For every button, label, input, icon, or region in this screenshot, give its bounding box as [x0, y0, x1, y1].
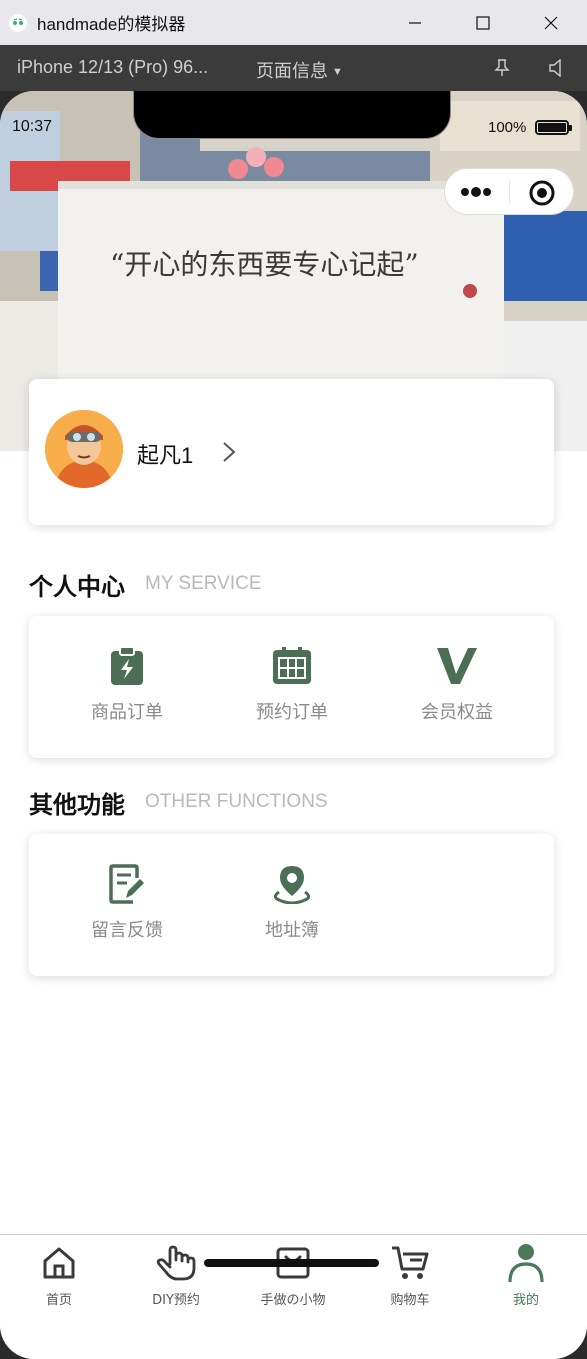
bottom-tabbar: 首页 DIY预约 手做の小物 购物车 我的: [0, 1234, 587, 1359]
booking-orders-button[interactable]: 预约订单: [232, 644, 352, 724]
v-icon: [397, 644, 517, 688]
service-section-title: 个人中心: [29, 573, 125, 601]
close-target-icon[interactable]: [528, 179, 556, 211]
grid-item-label: 商品订单: [91, 702, 163, 723]
page-info-dropdown[interactable]: 页面信息 ▼: [256, 57, 343, 83]
service-card: 商品订单 预约订单 会员权益: [29, 616, 554, 758]
tab-handmade[interactable]: 手做の小物: [234, 1243, 352, 1308]
more-icon[interactable]: [459, 182, 495, 206]
calendar-icon: [232, 644, 352, 688]
battery-icon: [535, 120, 572, 135]
service-section-subtitle: MY SERVICE: [145, 573, 262, 594]
grid-item-label: 地址簿: [265, 920, 319, 941]
clipboard-bolt-icon: [67, 644, 187, 688]
tab-label: 我的: [512, 1293, 539, 1308]
tab-diy[interactable]: DIY预约: [117, 1243, 235, 1308]
device-notch: [133, 91, 451, 139]
avatar[interactable]: [45, 410, 123, 488]
other-section-title: 其他功能: [29, 791, 125, 819]
profile-card[interactable]: 起凡1: [29, 379, 554, 525]
minimize-button[interactable]: [381, 0, 449, 45]
app-logo-icon: [9, 13, 27, 32]
note-edit-icon: [67, 862, 187, 906]
tab-mine[interactable]: 我的: [467, 1243, 585, 1308]
user-icon: [467, 1243, 585, 1283]
product-orders-button[interactable]: 商品订单: [67, 644, 187, 724]
pin-icon[interactable]: [494, 59, 510, 82]
grid-item-label: 留言反馈: [91, 920, 163, 941]
other-section-subtitle: OTHER FUNCTIONS: [145, 791, 328, 812]
chevron-right-icon[interactable]: [222, 441, 236, 467]
feedback-button[interactable]: 留言反馈: [67, 862, 187, 942]
member-benefits-button[interactable]: 会员权益: [397, 644, 517, 724]
tab-label: 首页: [45, 1293, 72, 1308]
grid-item-label: 会员权益: [421, 702, 493, 723]
user-name: 起凡1: [137, 443, 194, 468]
page-info-label: 页面信息: [256, 61, 328, 81]
tab-label: DIY预约: [152, 1293, 200, 1308]
grid-item-label: 预约订单: [256, 702, 328, 723]
phone-screen: “开心的东西要专心记起” 10:37 100% 起凡1 个人中心 MY SERV…: [0, 91, 587, 1359]
home-indicator: [204, 1259, 379, 1267]
window-title: handmade的模拟器: [37, 15, 186, 34]
tab-cart[interactable]: 购物车: [351, 1243, 469, 1308]
tab-label: 手做の小物: [260, 1293, 326, 1308]
maximize-button[interactable]: [449, 0, 517, 45]
other-card: 留言反馈 地址簿: [29, 834, 554, 976]
caret-down-icon: ▼: [332, 66, 343, 78]
tab-label: 购物车: [390, 1293, 430, 1308]
miniprogram-capsule: [444, 168, 574, 215]
status-time: 10:37: [12, 118, 53, 135]
volume-icon[interactable]: [548, 58, 564, 82]
address-book-button[interactable]: 地址簿: [232, 862, 352, 942]
window-titlebar: handmade的模拟器: [0, 0, 587, 45]
capsule-divider: [509, 181, 510, 203]
banner-caption: “开心的东西要专心记起”: [110, 248, 419, 281]
close-button[interactable]: [517, 0, 585, 45]
location-pin-icon: [232, 862, 352, 906]
simulator-toolbar: iPhone 12/13 (Pro) 96... 页面信息 ▼: [0, 45, 587, 91]
home-icon: [0, 1243, 118, 1283]
tab-home[interactable]: 首页: [0, 1243, 118, 1308]
battery-percent: 100%: [488, 119, 527, 136]
device-selector[interactable]: iPhone 12/13 (Pro) 96...: [17, 57, 208, 78]
